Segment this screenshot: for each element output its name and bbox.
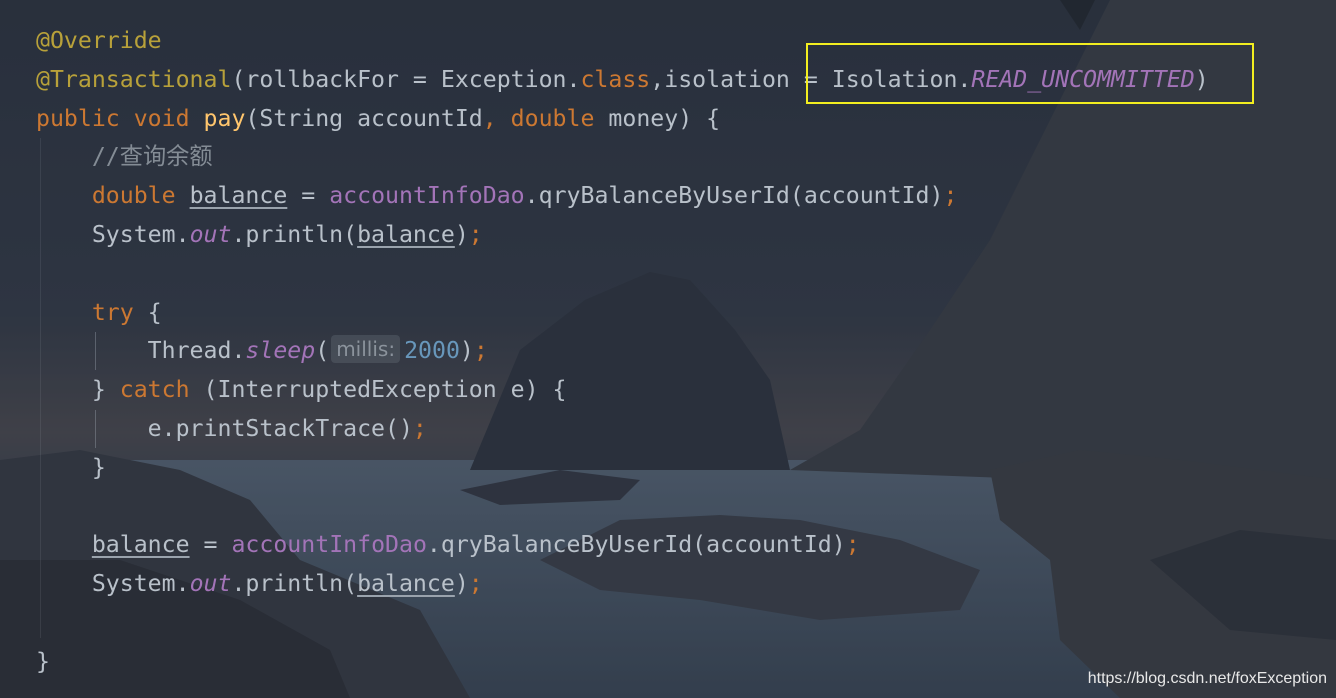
code-line[interactable] — [36, 488, 1209, 527]
code-line[interactable]: double balance = accountInfoDao.qryBalan… — [36, 177, 1209, 216]
code-token: , — [482, 104, 511, 132]
code-token: accountInfoDao — [329, 182, 525, 210]
code-token: System. — [36, 220, 190, 248]
code-token: .println( — [231, 570, 358, 598]
code-token: ) — [459, 337, 474, 365]
highlight-box — [806, 43, 1254, 104]
code-token: balance — [189, 182, 288, 210]
code-token: ( — [315, 337, 330, 365]
code-token: //查询余额 — [91, 143, 213, 171]
code-token: out — [189, 220, 232, 248]
code-line[interactable]: e.printStackTrace(); — [36, 410, 1209, 449]
code-line[interactable]: System.out.println(balance); — [36, 216, 1209, 255]
code-token: .qryBalanceByUserId(accountId) — [524, 182, 944, 210]
code-line[interactable]: try { — [36, 294, 1209, 333]
code-token: balance — [91, 531, 190, 559]
code-token: class — [580, 65, 651, 93]
code-token: (String accountId — [245, 104, 483, 132]
code-token: } — [36, 647, 50, 675]
code-token: out — [189, 570, 232, 598]
code-token: catch — [119, 376, 204, 404]
code-token: System. — [36, 570, 190, 598]
code-token: balance — [357, 220, 455, 248]
code-token: ; — [943, 182, 958, 210]
code-line[interactable]: public void pay(String accountId, double… — [36, 100, 1209, 139]
code-token: double — [510, 104, 609, 132]
code-token: Thread. — [36, 337, 246, 365]
code-token: (InterruptedException e) { — [203, 376, 567, 404]
parameter-hint: millis: — [331, 335, 401, 364]
code-line[interactable]: } — [36, 449, 1209, 488]
code-line[interactable]: } catch (InterruptedException e) { — [36, 371, 1209, 410]
code-token: try — [91, 298, 148, 326]
code-token: (rollbackFor = Exception. — [231, 65, 581, 93]
code-token: ; — [468, 220, 483, 248]
code-token: ; — [468, 570, 483, 598]
code-line[interactable] — [36, 604, 1209, 643]
code-token: , — [650, 65, 665, 93]
code-token: public void — [36, 104, 204, 132]
code-token: e.printStackTrace() — [36, 414, 413, 442]
code-line[interactable]: } — [36, 643, 1209, 682]
code-token: ; — [412, 414, 427, 442]
code-token: pay — [203, 104, 246, 132]
code-line[interactable]: //查询余额 — [36, 138, 1209, 177]
watermark-url: https://blog.csdn.net/foxException — [1087, 670, 1327, 687]
code-token: balance — [357, 570, 455, 598]
code-editor[interactable]: @Override @Transactional(rollbackFor = Ex… — [0, 0, 1336, 698]
code-token: { — [147, 298, 162, 326]
code-token: } — [36, 376, 120, 404]
code-token: money) { — [608, 104, 721, 132]
code-token: ; — [473, 337, 488, 365]
code-token: = — [287, 182, 330, 210]
code-line[interactable]: balance = accountInfoDao.qryBalanceByUse… — [36, 526, 1209, 565]
code-token: .qryBalanceByUserId(accountId) — [426, 531, 846, 559]
code-token: 2000 — [404, 337, 460, 365]
code-token: ) — [454, 570, 469, 598]
code-token: .println( — [231, 220, 358, 248]
code-token: double — [91, 182, 190, 210]
code-line[interactable] — [36, 255, 1209, 294]
code-token: @Transactional — [36, 65, 232, 93]
code-line[interactable]: System.out.println(balance); — [36, 565, 1209, 604]
code-line[interactable]: Thread.sleep(millis: 2000); — [36, 332, 1209, 371]
code-token: @Override — [36, 27, 162, 54]
code-token: ; — [845, 531, 860, 559]
code-token: = — [189, 531, 232, 559]
code-content[interactable]: @Override @Transactional(rollbackFor = Ex… — [36, 22, 1209, 682]
code-token: sleep — [245, 337, 316, 365]
code-token: } — [36, 453, 106, 481]
code-token: ) — [454, 220, 469, 248]
code-token: accountInfoDao — [231, 531, 427, 559]
